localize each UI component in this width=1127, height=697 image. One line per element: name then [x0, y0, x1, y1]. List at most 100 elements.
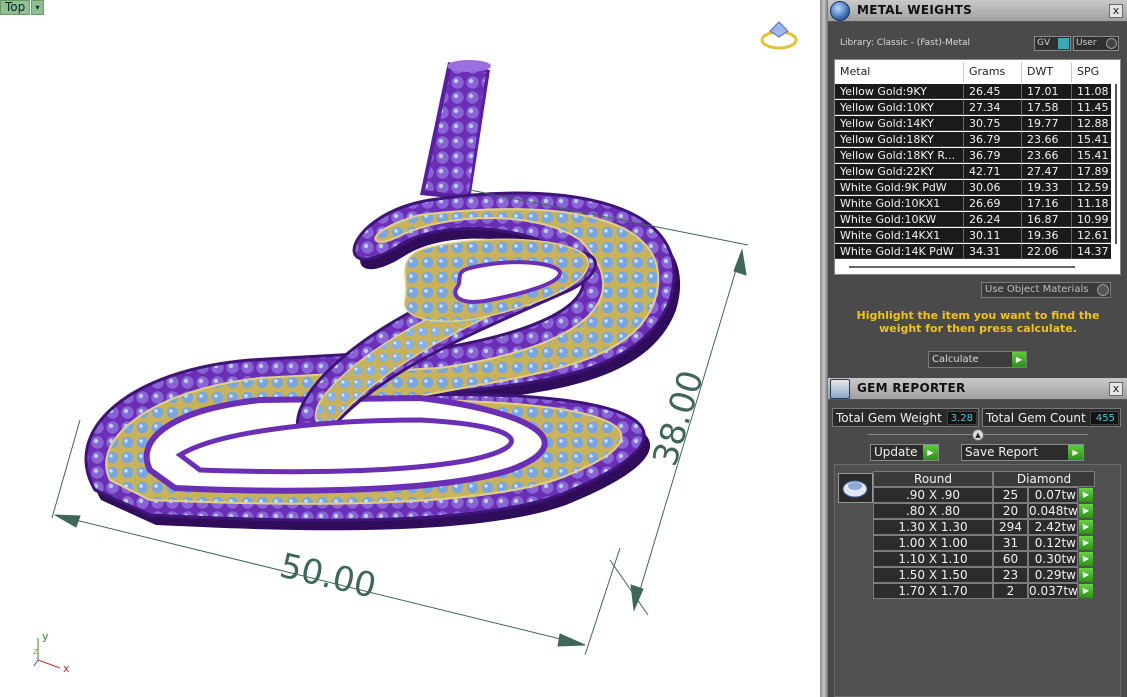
- metal-table-row[interactable]: Yellow Gold:10KY 27.34 17.58 11.45: [835, 100, 1111, 115]
- metal-table-vertical-scrollbar[interactable]: [1115, 84, 1117, 244]
- view-menu-button[interactable]: ▾: [31, 0, 44, 15]
- gem-weight-cell: 0.048tw: [1028, 503, 1078, 519]
- gem-weight-cell: 0.07tw: [1028, 487, 1078, 503]
- metal-table-row[interactable]: Yellow Gold:18KY R... 36.79 23.66 15.41: [835, 148, 1111, 163]
- gem-size-cell: .80 X .80: [873, 503, 993, 519]
- metal-table-row[interactable]: White Gold:10KX1 26.69 17.16 11.18: [835, 196, 1111, 211]
- metal-weights-close-button[interactable]: x: [1109, 4, 1123, 18]
- pendant-bail: [420, 60, 491, 200]
- spg-cell: 11.45: [1077, 101, 1109, 114]
- play-icon: ▶: [1068, 445, 1083, 460]
- gv-toggle-knob-icon: [1058, 38, 1069, 49]
- metal-name-cell: Yellow Gold:14KY: [840, 117, 934, 130]
- grams-cell: 34.31: [969, 245, 1001, 258]
- total-gem-weight-label: Total Gem Weight: [836, 411, 942, 425]
- select-gems-button[interactable]: ▶: [1079, 552, 1093, 566]
- metal-name-cell: Yellow Gold:18KY: [840, 133, 934, 146]
- update-button[interactable]: Update ▶: [870, 444, 939, 461]
- gem-weight-cell: 2.42tw: [1028, 519, 1078, 535]
- save-report-button[interactable]: Save Report ▶: [961, 444, 1084, 461]
- metal-name-cell: White Gold:14K PdW: [840, 245, 954, 258]
- gem-size-cell: 1.50 X 1.50: [873, 567, 993, 583]
- collapse-toggle-icon[interactable]: ▲: [972, 429, 984, 441]
- metal-name-cell: White Gold:10KW: [840, 213, 937, 226]
- metal-table-row[interactable]: White Gold:14K PdW 34.31 22.06 14.37: [835, 244, 1111, 259]
- grams-cell: 26.45: [969, 85, 1001, 98]
- play-icon: ▶: [1012, 352, 1026, 367]
- round-diamond-icon: [838, 473, 873, 503]
- spg-cell: 12.61: [1077, 229, 1109, 242]
- total-gem-count-label: Total Gem Count: [986, 411, 1086, 425]
- calculate-label: Calculate: [932, 354, 979, 365]
- calculate-button[interactable]: Calculate ▶: [928, 351, 1027, 368]
- spg-cell: 12.59: [1077, 181, 1109, 194]
- column-header-spg[interactable]: SPG: [1077, 65, 1099, 78]
- column-header-metal[interactable]: Metal: [840, 65, 870, 78]
- gv-toggle[interactable]: GV: [1034, 36, 1071, 51]
- column-header-dwt[interactable]: DWT: [1027, 65, 1053, 78]
- metal-table-row[interactable]: Yellow Gold:22KY 42.71 27.47 17.89: [835, 164, 1111, 179]
- pendant-letter-body: [84, 191, 681, 531]
- gem-count-cell: 294: [993, 519, 1028, 535]
- select-gems-button[interactable]: ▶: [1079, 568, 1093, 582]
- 3d-viewport[interactable]: 50.00 38.00 y x z Top ▾: [0, 0, 820, 697]
- grams-cell: 30.06: [969, 181, 1001, 194]
- gem-shape-header: Round: [873, 471, 993, 487]
- gem-count-cell: 23: [993, 567, 1028, 583]
- total-gem-count-field: Total Gem Count 455: [982, 408, 1121, 427]
- gem-size-cell: 1.00 X 1.00: [873, 535, 993, 551]
- grams-cell: 36.79: [969, 133, 1001, 146]
- metal-weights-table: Metal Grams DWT SPG Yellow Gold:9KY 26.45…: [834, 59, 1121, 275]
- save-report-label: Save Report: [965, 445, 1039, 459]
- select-gems-button[interactable]: ▶: [1079, 584, 1093, 598]
- total-gem-weight-value: 3.28: [947, 411, 977, 425]
- metal-table-header: Metal Grams DWT SPG: [835, 60, 1120, 82]
- grams-cell: 30.75: [969, 117, 1001, 130]
- gem-weight-cell: 0.29tw: [1028, 567, 1078, 583]
- metal-table-row[interactable]: White Gold:10KW 26.24 16.87 10.99: [835, 212, 1111, 227]
- axis-z-label: z: [33, 647, 38, 657]
- metal-weights-hint: Highlight the item you want to find the …: [856, 309, 1100, 335]
- spg-cell: 15.41: [1077, 133, 1109, 146]
- dwt-cell: 19.33: [1027, 181, 1059, 194]
- gem-count-cell: 25: [993, 487, 1028, 503]
- select-gems-button[interactable]: ▶: [1079, 520, 1093, 534]
- dwt-cell: 23.66: [1027, 149, 1059, 162]
- select-gems-button[interactable]: ▶: [1079, 488, 1093, 502]
- metal-table-row[interactable]: Yellow Gold:14KY 30.75 19.77 12.88: [835, 116, 1111, 131]
- metal-name-cell: Yellow Gold:22KY: [840, 165, 934, 178]
- column-header-grams[interactable]: Grams: [969, 65, 1005, 78]
- view-name-label[interactable]: Top: [0, 0, 30, 15]
- metal-table-horizontal-scrollbar[interactable]: [849, 266, 1075, 268]
- spg-cell: 15.41: [1077, 149, 1109, 162]
- metal-table-row[interactable]: White Gold:9K PdW 30.06 19.33 12.59: [835, 180, 1111, 195]
- metal-table-row[interactable]: Yellow Gold:18KY 36.79 23.66 15.41: [835, 132, 1111, 147]
- select-gems-button[interactable]: ▶: [1079, 504, 1093, 518]
- grams-cell: 26.24: [969, 213, 1001, 226]
- gem-count-cell: 60: [993, 551, 1028, 567]
- metal-name-cell: White Gold:14KX1: [840, 229, 941, 242]
- grams-cell: 36.79: [969, 149, 1001, 162]
- gem-weight-cell: 0.30tw: [1028, 551, 1078, 567]
- metal-table-row[interactable]: White Gold:14KX1 30.11 19.36 12.61: [835, 228, 1111, 243]
- metal-table-row[interactable]: Yellow Gold:9KY 26.45 17.01 11.08: [835, 84, 1111, 99]
- dwt-cell: 17.58: [1027, 101, 1059, 114]
- gem-reporter-icon: [830, 379, 850, 399]
- spg-cell: 11.08: [1077, 85, 1109, 98]
- gem-stone-header: Diamond: [993, 471, 1095, 487]
- spg-cell: 11.18: [1077, 197, 1109, 210]
- grams-cell: 42.71: [969, 165, 1001, 178]
- dwt-cell: 17.16: [1027, 197, 1059, 210]
- panel-splitter[interactable]: [820, 0, 828, 697]
- gem-count-cell: 31: [993, 535, 1028, 551]
- total-gem-weight-field: Total Gem Weight 3.28: [832, 408, 979, 427]
- gem-reporter-close-button[interactable]: x: [1109, 382, 1123, 396]
- spg-cell: 17.89: [1077, 165, 1109, 178]
- gem-weight-cell: 0.12tw: [1028, 535, 1078, 551]
- gem-count-cell: 20: [993, 503, 1028, 519]
- user-toggle[interactable]: User: [1073, 36, 1119, 51]
- spg-cell: 12.88: [1077, 117, 1109, 130]
- select-gems-button[interactable]: ▶: [1079, 536, 1093, 550]
- dwt-cell: 17.01: [1027, 85, 1059, 98]
- use-object-materials-dropdown[interactable]: Use Object Materials: [981, 282, 1111, 298]
